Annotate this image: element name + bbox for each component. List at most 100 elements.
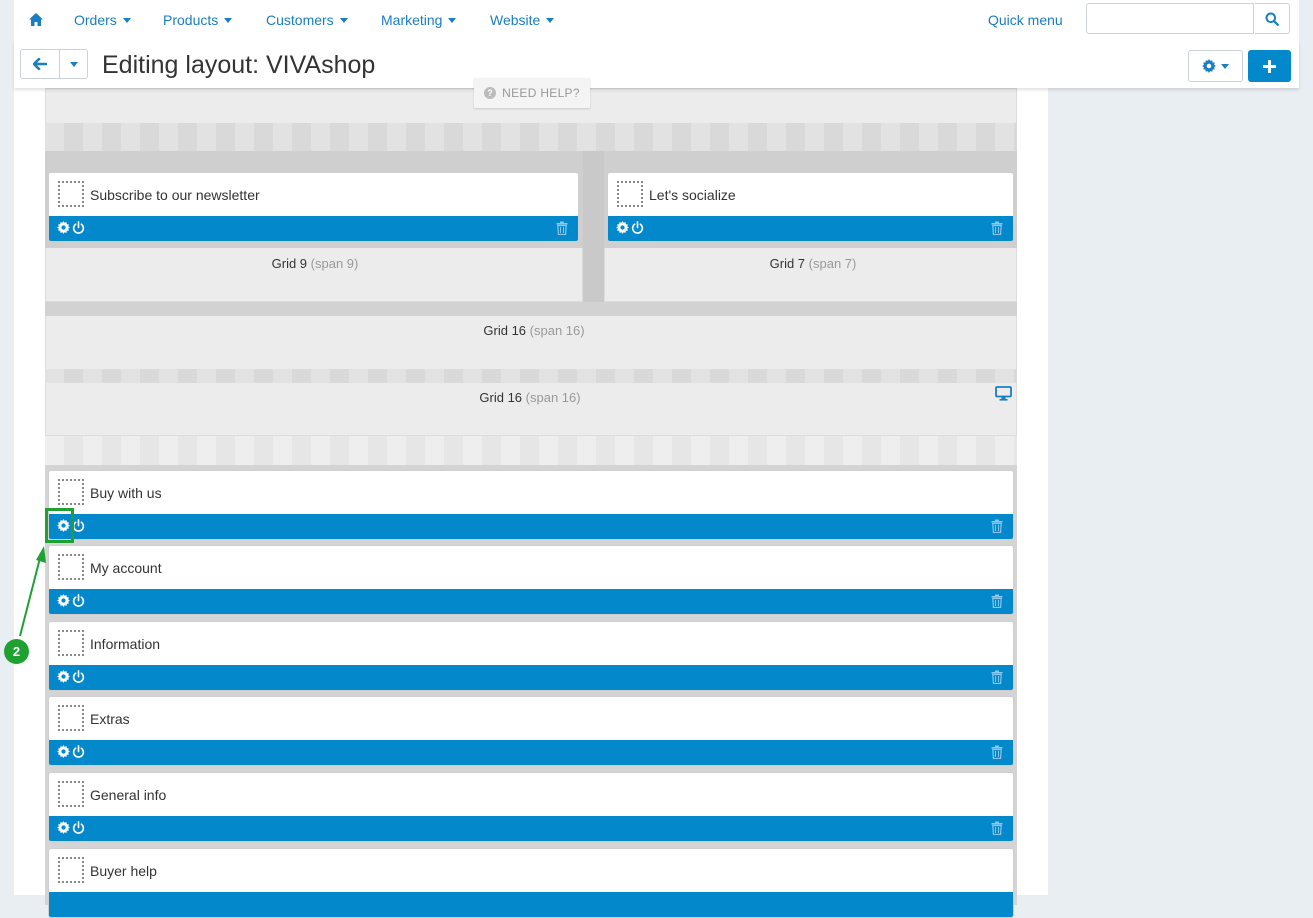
gear-icon[interactable] (57, 594, 70, 607)
block-placeholder-icon (58, 705, 84, 731)
trash-icon[interactable] (991, 221, 1003, 235)
plus-icon (1263, 59, 1276, 73)
grid-name: Grid 16 (483, 323, 527, 338)
grid-9-label: Grid 9 (span 9) (272, 256, 359, 271)
block-toolbar (49, 892, 1013, 917)
chevron-down-icon (339, 18, 348, 23)
quick-menu-link[interactable]: Quick menu (988, 12, 1063, 28)
block-toolbar (49, 216, 578, 241)
block-toolbar (49, 740, 1013, 765)
block-toolbar (49, 589, 1013, 614)
block-placeholder-icon (58, 479, 84, 505)
trash-icon[interactable] (991, 670, 1003, 684)
power-icon[interactable] (631, 221, 644, 234)
grid-name: Grid 7 (769, 256, 806, 271)
block-placeholder-icon (58, 630, 84, 656)
search-icon (1265, 12, 1279, 26)
arrow-left-icon (33, 58, 47, 70)
block-placeholder-icon (58, 781, 84, 807)
block-toolbar (49, 816, 1013, 841)
search-input[interactable] (1086, 3, 1254, 34)
block-title: Let's socialize (649, 187, 736, 203)
block-title: Buyer help (90, 863, 157, 879)
block-title: Subscribe to our newsletter (90, 187, 260, 203)
block-toolbar (49, 665, 1013, 690)
power-icon[interactable] (72, 821, 85, 834)
block-general-info[interactable]: General info (48, 772, 1014, 842)
power-icon[interactable] (72, 745, 85, 758)
block-newsletter[interactable]: Subscribe to our newsletter (48, 172, 579, 242)
chevron-down-icon (122, 18, 131, 23)
header-toolbar: Editing layout: VIVAshop (14, 40, 1299, 88)
power-icon[interactable] (72, 670, 85, 683)
grid-16-label: Grid 16 (span 16) (479, 390, 580, 405)
container-stripe (45, 123, 1017, 151)
block-buyer-help[interactable]: Buyer help (48, 848, 1014, 918)
block-placeholder-icon (58, 554, 84, 580)
gear-icon[interactable] (57, 221, 70, 234)
block-title: General info (90, 787, 167, 803)
block-my-account[interactable]: My account (48, 545, 1014, 615)
settings-dropdown-button[interactable] (1188, 50, 1243, 82)
nav-website-label: Website (490, 12, 541, 28)
gear-icon[interactable] (57, 670, 70, 683)
chevron-down-icon (224, 18, 233, 23)
grid-name: Grid 9 (271, 256, 308, 271)
grid-span: (span 7) (808, 256, 857, 271)
block-toolbar (49, 514, 1013, 539)
step-badge: 2 (4, 639, 29, 664)
back-dropdown-button[interactable] (60, 49, 88, 79)
chevron-down-icon (1221, 63, 1229, 69)
right-background (1048, 0, 1313, 895)
block-title: Extras (90, 711, 130, 727)
grid-span: (span 16) (525, 390, 581, 405)
block-buy-with-us[interactable]: Buy with us (48, 470, 1014, 540)
block-placeholder-icon (58, 181, 84, 207)
power-icon[interactable] (72, 594, 85, 607)
nav-orders-label: Orders (74, 12, 117, 28)
block-socialize[interactable]: Let's socialize (607, 172, 1014, 242)
grid-7-label: Grid 7 (span 7) (770, 256, 857, 271)
block-placeholder-icon (58, 857, 84, 883)
desktop-icon[interactable] (995, 386, 1012, 401)
chevron-down-icon (448, 18, 457, 23)
chevron-down-icon (546, 18, 555, 23)
gear-icon[interactable] (57, 745, 70, 758)
container-stripe (45, 369, 1017, 383)
nav-customers[interactable]: Customers (266, 12, 348, 28)
callout-highlight (45, 508, 74, 543)
search-button[interactable] (1255, 3, 1290, 34)
gear-icon[interactable] (616, 221, 629, 234)
chevron-down-icon (69, 61, 78, 67)
need-help-button[interactable]: ? NEED HELP? (474, 78, 590, 108)
add-button[interactable] (1248, 50, 1291, 82)
nav-customers-label: Customers (266, 12, 334, 28)
need-help-label: NEED HELP? (502, 86, 580, 100)
nav-website[interactable]: Website (490, 12, 555, 28)
trash-icon[interactable] (556, 221, 568, 235)
block-extras[interactable]: Extras (48, 696, 1014, 766)
block-toolbar (608, 216, 1013, 241)
block-placeholder-icon (617, 181, 643, 207)
container-stripe (45, 436, 1017, 465)
grid-span: (span 16) (529, 323, 585, 338)
nav-products-label: Products (163, 12, 219, 28)
home-icon[interactable] (28, 12, 44, 28)
gear-icon (1202, 59, 1216, 73)
nav-marketing[interactable]: Marketing (381, 12, 457, 28)
block-title: My account (90, 560, 162, 576)
trash-icon[interactable] (991, 594, 1003, 608)
back-button[interactable] (20, 49, 60, 79)
block-information[interactable]: Information (48, 621, 1014, 691)
page-title: Editing layout: VIVAshop (102, 51, 376, 79)
gear-icon[interactable] (57, 821, 70, 834)
trash-icon[interactable] (991, 745, 1003, 759)
trash-icon[interactable] (991, 519, 1003, 533)
grid-gutter (583, 151, 604, 302)
grid-16-top-strip (45, 302, 1017, 316)
nav-products[interactable]: Products (163, 12, 233, 28)
power-icon[interactable] (72, 221, 85, 234)
trash-icon[interactable] (991, 821, 1003, 835)
grid-16-label: Grid 16 (span 16) (483, 323, 584, 338)
nav-orders[interactable]: Orders (74, 12, 131, 28)
